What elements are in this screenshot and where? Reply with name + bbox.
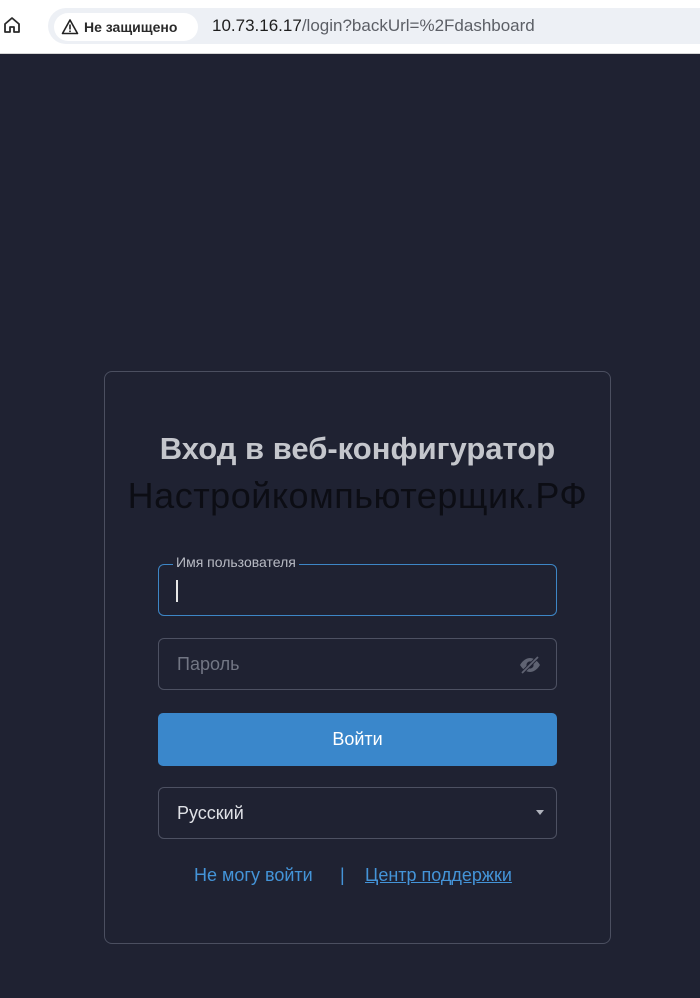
language-value: Русский <box>177 803 244 823</box>
password-field[interactable] <box>158 638 557 690</box>
watermark: Настройкомпьютерщик.РФ <box>127 475 588 516</box>
eye-off-icon <box>520 655 540 675</box>
username-field[interactable]: Имя пользователя <box>158 554 557 616</box>
username-label: Имя пользователя <box>173 554 299 570</box>
password-input[interactable] <box>159 639 556 689</box>
browser-toolbar: Не защищено 10.73.16.17/login?backUrl=%2… <box>0 0 700 54</box>
link-separator: | <box>340 865 345 885</box>
support-center-link[interactable]: Центр поддержки <box>365 865 512 886</box>
toggle-password-visibility-button[interactable] <box>518 653 542 677</box>
security-label: Не защищено <box>84 19 178 35</box>
url-host: 10.73.16.17 <box>212 16 302 35</box>
login-card: Вход в веб-конфигуратор Настройкомпьютер… <box>104 371 611 944</box>
help-links: Не могу войти | Центр поддержки <box>105 865 610 889</box>
language-select[interactable]: Русский <box>158 787 557 839</box>
caret-down-icon <box>536 810 544 815</box>
login-button[interactable]: Войти <box>158 713 557 766</box>
warning-icon <box>61 19 79 35</box>
home-icon <box>4 17 20 33</box>
text-cursor <box>176 580 178 602</box>
url-text[interactable]: 10.73.16.17/login?backUrl=%2Fdashboard <box>212 16 535 36</box>
security-indicator[interactable]: Не защищено <box>54 13 198 41</box>
cant-login-link[interactable]: Не могу войти <box>194 865 313 886</box>
url-path: /login?backUrl=%2Fdashboard <box>301 16 535 35</box>
page-title: Вход в веб-конфигуратор <box>159 431 556 466</box>
address-bar[interactable]: Не защищено 10.73.16.17/login?backUrl=%2… <box>48 8 700 44</box>
home-button[interactable] <box>0 13 24 37</box>
